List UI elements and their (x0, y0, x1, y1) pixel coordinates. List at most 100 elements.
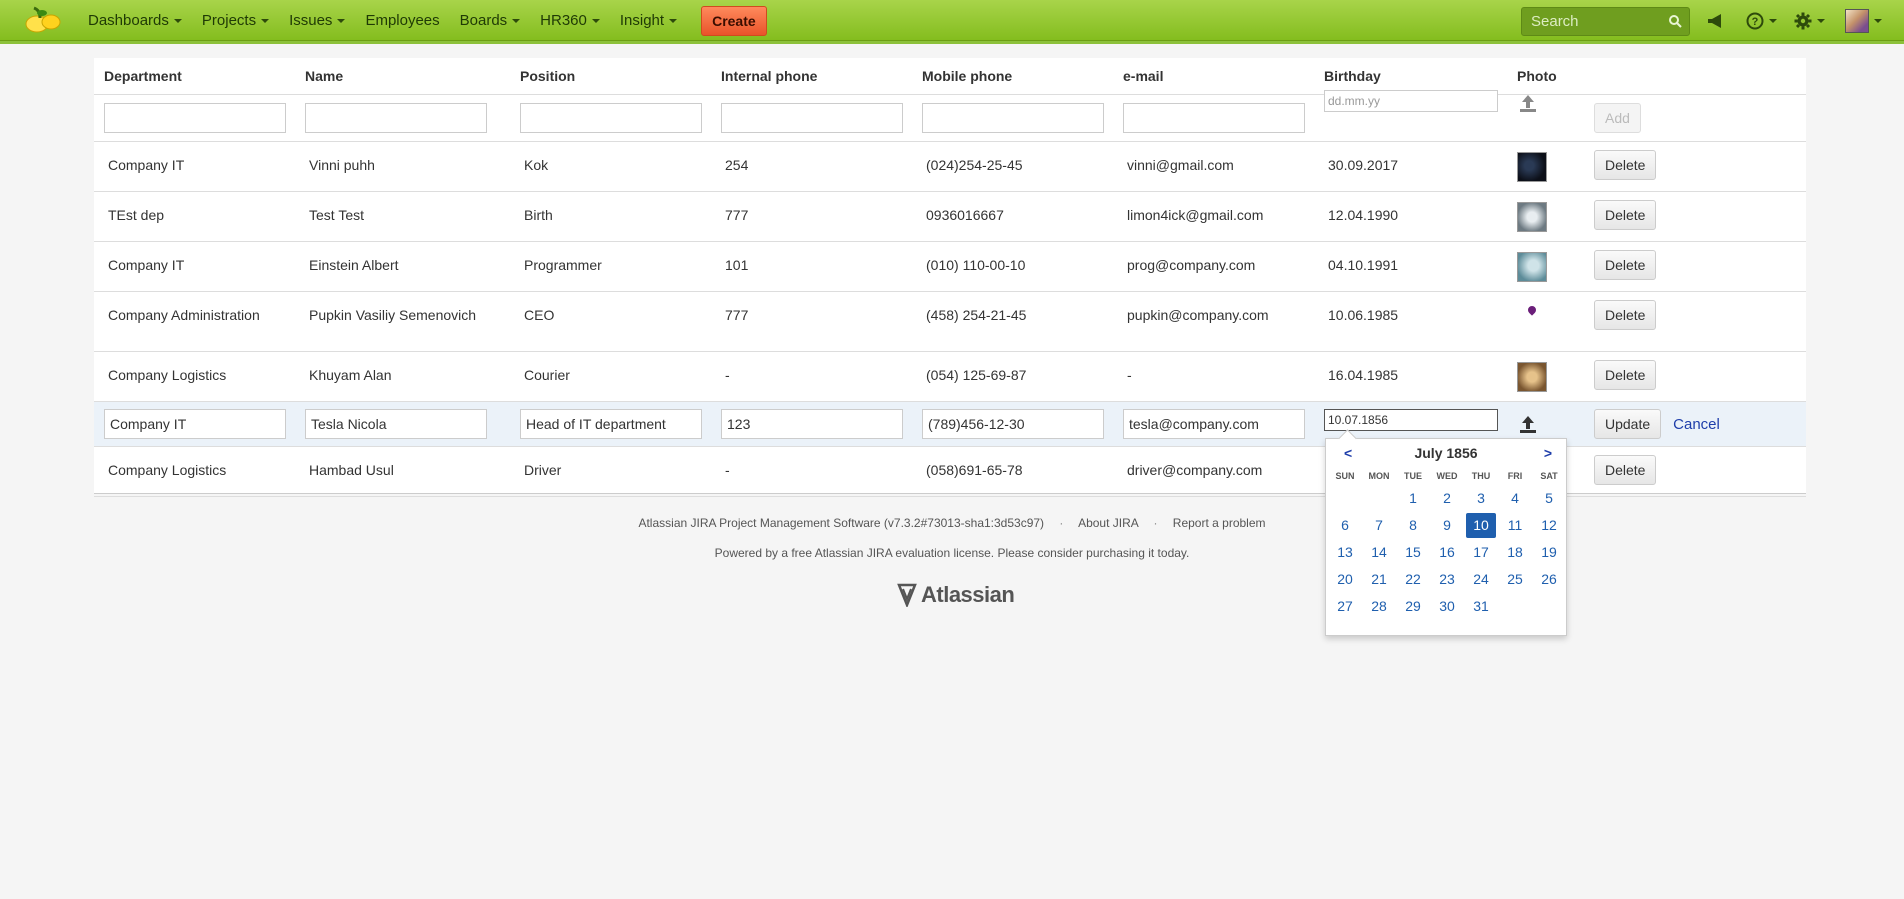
about-jira-link[interactable]: About JIRA (1078, 516, 1138, 530)
cell-department: Company IT (108, 156, 185, 173)
edit-birthday-input[interactable] (1324, 408, 1498, 431)
search-input[interactable] (1522, 8, 1689, 35)
calendar-day[interactable]: 22 (1396, 566, 1430, 593)
cell-mobile: (024)254-25-45 (926, 156, 1023, 173)
next-month-button[interactable]: > (1544, 445, 1552, 461)
delete-button[interactable]: Delete (1594, 249, 1657, 280)
edit-email-input[interactable] (1123, 408, 1305, 439)
edit-name-input[interactable] (305, 408, 487, 439)
settings-menu[interactable] (1794, 9, 1825, 33)
cancel-link[interactable]: Cancel (1673, 416, 1720, 433)
calendar-day[interactable]: 3 (1464, 485, 1498, 512)
nav-projects[interactable]: Projects (192, 0, 279, 41)
new-birthday-input[interactable] (1324, 89, 1498, 112)
calendar-day[interactable]: 4 (1498, 485, 1532, 512)
calendar-day[interactable]: 14 (1362, 539, 1396, 566)
cell-department: Company Logistics (108, 461, 227, 478)
upload-icon[interactable] (1517, 92, 1539, 114)
edit-department-input[interactable] (104, 408, 286, 439)
search-icon[interactable] (1668, 14, 1682, 28)
calendar-day[interactable]: 18 (1498, 539, 1532, 566)
nav-hr360[interactable]: HR360 (530, 0, 610, 41)
edit-position-input[interactable] (520, 408, 702, 439)
employee-photo[interactable] (1517, 361, 1547, 392)
new-internal-phone-input[interactable] (721, 102, 903, 133)
svg-text:?: ? (1752, 16, 1759, 28)
nav-insight[interactable]: Insight (610, 0, 687, 41)
new-email-input[interactable] (1123, 102, 1305, 133)
atlassian-logo[interactable]: Atlassian (896, 582, 1015, 608)
prev-month-button[interactable]: < (1344, 445, 1352, 461)
calendar-day[interactable]: 29 (1396, 593, 1430, 620)
nav-issues[interactable]: Issues (279, 0, 355, 41)
employee-photo[interactable] (1526, 303, 1538, 316)
help-menu[interactable]: ? (1746, 9, 1777, 33)
app-logo-icon[interactable] (22, 5, 64, 35)
cell-birthday: 10.06.1985 (1328, 306, 1399, 323)
delete-button[interactable]: Delete (1594, 299, 1657, 330)
notifications-button[interactable] (1707, 9, 1725, 33)
calendar-day[interactable]: 9 (1430, 512, 1464, 539)
delete-button[interactable]: Delete (1594, 359, 1657, 390)
nav-label: Projects (201, 12, 257, 29)
calendar-day[interactable]: 27 (1328, 593, 1362, 620)
calendar-day[interactable]: 30 (1430, 593, 1464, 620)
nav-boards[interactable]: Boards (450, 0, 531, 41)
calendar-day[interactable]: 31 (1464, 593, 1498, 620)
edit-internal-input[interactable] (721, 408, 903, 439)
cell-mobile: 0936016667 (926, 206, 1004, 223)
calendar-day[interactable]: 26 (1532, 566, 1566, 593)
calendar-day[interactable]: 28 (1362, 593, 1396, 620)
cell-position: Driver (524, 461, 562, 478)
calendar-day[interactable]: 8 (1396, 512, 1430, 539)
help-icon: ? (1746, 12, 1764, 30)
employee-photo[interactable] (1517, 151, 1547, 182)
add-button[interactable]: Add (1594, 102, 1641, 133)
profile-menu[interactable] (1845, 9, 1882, 33)
nav-dashboards[interactable]: Dashboards (78, 0, 192, 41)
calendar-day[interactable]: 19 (1532, 539, 1566, 566)
update-button[interactable]: Update (1594, 408, 1662, 439)
weekday-label: THU (1471, 471, 1491, 481)
calendar-day[interactable]: 21 (1362, 566, 1396, 593)
nav-employees[interactable]: Employees (355, 0, 449, 41)
calendar-day[interactable]: 5 (1532, 485, 1566, 512)
calendar-day[interactable]: 25 (1498, 566, 1532, 593)
new-name-input[interactable] (305, 102, 487, 133)
delete-button[interactable]: Delete (1594, 199, 1657, 230)
employee-photo[interactable] (1517, 251, 1547, 282)
calendar-day[interactable]: 15 (1396, 539, 1430, 566)
calendar-day[interactable]: 16 (1430, 539, 1464, 566)
employee-photo[interactable] (1517, 201, 1547, 232)
cell-internal: - (725, 366, 730, 383)
new-mobile-phone-input[interactable] (922, 102, 1104, 133)
calendar-day[interactable]: 2 (1430, 485, 1464, 512)
cell-email: limon4ick@gmail.com (1127, 206, 1264, 223)
employees-panel: Department Name Position Internal phone Mobi… (94, 58, 1806, 497)
calendar-day[interactable]: 11 (1498, 512, 1532, 539)
calendar-day[interactable]: 17 (1464, 539, 1498, 566)
cell-department: Company Administration (108, 306, 260, 323)
cell-position: Courier (524, 366, 570, 383)
delete-button[interactable]: Delete (1594, 454, 1657, 485)
calendar-day[interactable]: 6 (1328, 512, 1362, 539)
search-box[interactable] (1521, 7, 1690, 36)
calendar-day[interactable]: 24 (1464, 566, 1498, 593)
new-department-input[interactable] (104, 102, 286, 133)
datepicker-month-label: July 1856 (1414, 445, 1478, 461)
new-position-input[interactable] (520, 102, 702, 133)
calendar-day[interactable]: 20 (1328, 566, 1362, 593)
report-problem-link[interactable]: Report a problem (1173, 516, 1266, 530)
selected-day[interactable]: 10 (1466, 513, 1496, 538)
calendar-day[interactable]: 7 (1362, 512, 1396, 539)
calendar-day[interactable]: 1 (1396, 485, 1430, 512)
edit-mobile-input[interactable] (922, 408, 1104, 439)
upload-icon[interactable] (1517, 413, 1539, 435)
datepicker-header: < July 1856 > (1326, 439, 1566, 467)
column-header: e-mail (1113, 58, 1314, 95)
calendar-day[interactable]: 12 (1532, 512, 1566, 539)
create-button[interactable]: Create (701, 5, 767, 36)
calendar-day[interactable]: 13 (1328, 539, 1362, 566)
delete-button[interactable]: Delete (1594, 149, 1657, 180)
calendar-day[interactable]: 23 (1430, 566, 1464, 593)
